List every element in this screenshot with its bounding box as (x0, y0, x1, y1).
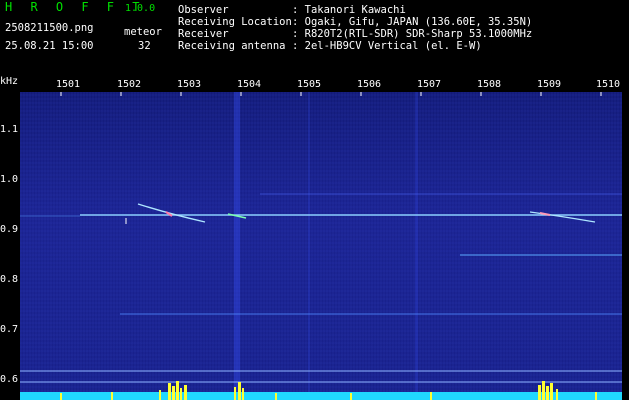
location-value: : Ogaki, Gifu, JAPAN (136.60E, 35.35N) (292, 16, 533, 28)
activity-strip (20, 381, 622, 400)
receiver-label: Receiver (178, 28, 229, 40)
y-axis-unit: kHz (0, 76, 19, 87)
x-tick-label: 1501 (56, 79, 81, 90)
x-tick-label: 1506 (357, 79, 382, 90)
carrier-lines (20, 193, 622, 383)
x-tick-label: 1502 (117, 79, 142, 90)
date-time: 25.08.21 15:00 (5, 40, 94, 52)
meteor-count: 32 (138, 40, 151, 52)
x-tick-label: 1508 (477, 79, 502, 90)
antenna-value: : 2el-HB9CV Vertical (el. E-W) (292, 40, 482, 52)
observer-value: : Takanori Kawachi (292, 4, 406, 16)
location-label: Receiving Location (178, 16, 292, 28)
antenna-label: Receiving antenna (178, 40, 286, 52)
interference-columns (234, 92, 418, 400)
spectrogram-overlay (20, 92, 622, 400)
y-tick-label: 0.8 (0, 274, 19, 285)
header-panel: H R O F F T 1.0.0 2508211500.png 25.08.2… (0, 0, 629, 74)
x-tick-label: 1504 (237, 79, 262, 90)
receiver-value: : R820T2(RTL-SDR) SDR-Sharp 53.1000MHz (292, 28, 533, 40)
observer-label: Observer (178, 4, 229, 16)
spectrogram-plot: kHz 1.1 1.0 0.9 0.8 0.7 0.6 1501 1502 15… (0, 74, 629, 400)
file-name: 2508211500.png (5, 22, 94, 34)
minute-ticks (60, 92, 602, 96)
y-tick-label: 0.7 (0, 324, 19, 335)
spectrogram-area (20, 92, 622, 400)
x-tick-label: 1509 (537, 79, 562, 90)
y-tick-label: 1.1 (0, 124, 19, 135)
y-tick-label: 0.9 (0, 224, 19, 235)
x-tick-label: 1510 (596, 79, 621, 90)
x-tick-label: 1505 (297, 79, 322, 90)
x-tick-label: 1503 (177, 79, 202, 90)
y-tick-label: 1.0 (0, 174, 19, 185)
meteor-label: meteor (124, 26, 162, 38)
app-title: H R O F F T (5, 0, 145, 14)
meteor-echoes (125, 203, 596, 224)
x-tick-label: 1507 (417, 79, 442, 90)
y-tick-label: 0.6 (0, 374, 19, 385)
app-version: 1.0.0 (125, 3, 156, 14)
